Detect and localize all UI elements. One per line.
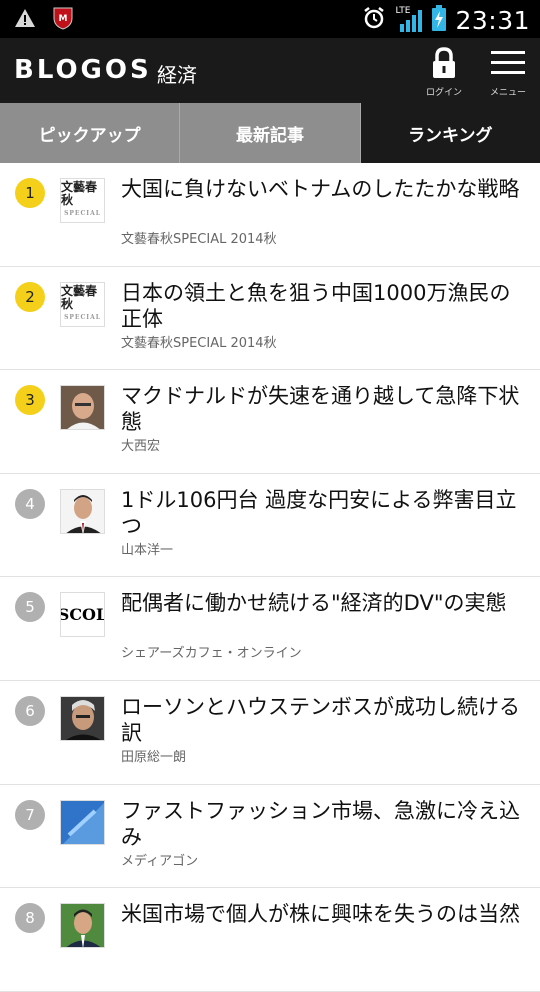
thumbnail [60,799,105,845]
rank-badge: 5 [15,592,45,623]
article-source: 山本洋一 [121,542,174,558]
thumbnail: 文藝春秋 SPECIAL [60,178,105,223]
publisher-logo: 文藝春秋 [61,180,98,207]
rank-badge: 8 [15,903,45,934]
article-source: メディアゴン [121,853,199,869]
mcafee-icon: M [52,6,74,34]
list-item[interactable]: 4 1ドル106円台 過度な円安による弊害目立つ 山本洋一 [0,474,540,578]
article-title[interactable]: マクドナルドが失速を通り越して急降下状態 [121,383,531,435]
login-label: ログイン [425,88,462,98]
tab-latest[interactable]: 最新記事 [180,103,361,163]
app-header: BLOGOS 経済 ログイン メニュー [0,38,540,103]
thumbnail: SCOL [60,592,105,638]
menu-button[interactable]: メニュー [478,46,538,98]
lock-icon [429,47,459,84]
battery-icon [431,4,447,36]
warning-icon [14,8,36,32]
author-avatar [60,903,105,949]
tab-bar: ピックアップ 最新記事 ランキング [0,103,540,163]
list-item[interactable]: 7 ファストファッション市場、急激に冷え込み メディアゴン [0,785,540,889]
article-title[interactable]: ファストファッション市場、急激に冷え込み [121,798,531,850]
hamburger-icon [490,51,526,84]
list-item[interactable]: 2 文藝春秋 SPECIAL 日本の領土と魚を狙う中国1000万漁民の正体 文藝… [0,267,540,371]
article-title[interactable]: 1ドル106円台 過度な円安による弊害目立つ [121,487,531,539]
tab-ranking[interactable]: ランキング [360,103,540,163]
article-title[interactable]: 大国に負けないベトナムのしたたかな戦略 [121,176,531,202]
alarm-icon [361,5,387,35]
rank-badge: 7 [15,799,45,830]
publisher-logo: 文藝春秋 [61,283,98,311]
article-title[interactable]: ローソンとハウステンボスが成功し続ける訳 [121,694,531,746]
list-item[interactable]: 3 マクドナルドが失速を通り越して急降下状態 大西宏 [0,370,540,474]
article-title[interactable]: 日本の領土と魚を狙う中国1000万漁民の正体 [121,280,531,332]
thumbnail: 文藝春秋 SPECIAL [60,281,105,327]
article-title[interactable]: 配偶者に働かせ続ける"経済的DV"の実態 [121,590,531,616]
login-button[interactable]: ログイン [414,46,474,98]
article-source: 文藝春秋SPECIAL 2014秋 [121,335,277,351]
rank-badge: 6 [15,695,45,726]
ranking-list: 1 文藝春秋 SPECIAL 大国に負けないベトナムのしたたかな戦略 文藝春秋S… [0,163,540,992]
rank-badge: 3 [15,385,45,416]
status-bar: M LTE 23:31 [0,0,540,38]
tab-pickup[interactable]: ピックアップ [0,103,181,163]
menu-label: メニュー [489,88,526,98]
author-avatar [60,695,105,741]
signal-icon: LTE [395,6,423,34]
brand-logo[interactable]: BLOGOS [14,55,152,85]
article-source: 大西宏 [121,439,161,455]
publisher-logo: SCOL [60,605,105,625]
rank-badge: 4 [15,488,45,519]
list-item[interactable]: 1 文藝春秋 SPECIAL 大国に負けないベトナムのしたたかな戦略 文藝春秋S… [0,163,540,267]
article-title[interactable]: 米国市場で個人が株に興味を失うのは当然 [121,901,531,927]
author-avatar [60,488,105,534]
rank-badge: 2 [15,281,45,312]
article-source: 田原総一朗 [121,749,187,765]
article-source: 文藝春秋SPECIAL 2014秋 [121,232,277,247]
list-item[interactable]: 6 ローソンとハウステンボスが成功し続ける訳 田原総一朗 [0,681,540,785]
section-title: 経済 [157,63,197,87]
svg-text:M: M [59,14,68,24]
list-item[interactable]: 8 米国市場で個人が株に興味を失うのは当然 [0,888,540,992]
author-avatar [60,385,105,431]
clock: 23:31 [455,5,530,35]
list-item[interactable]: 5 SCOL 配偶者に働かせ続ける"経済的DV"の実態 シェアーズカフェ・オンラ… [0,577,540,681]
rank-badge: 1 [15,178,45,208]
article-source: シェアーズカフェ・オンライン [121,646,302,662]
